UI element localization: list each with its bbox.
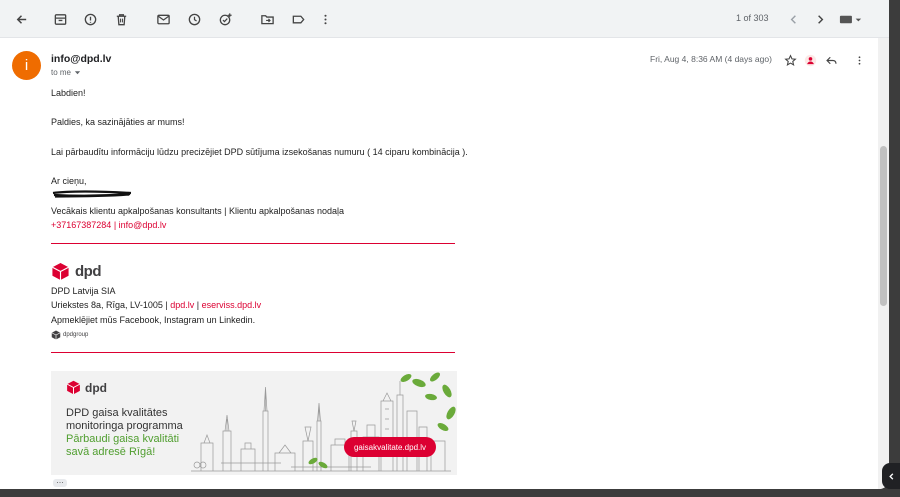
email-link[interactable]: info@dpd.lv bbox=[119, 220, 167, 230]
more-vert-icon bbox=[858, 55, 860, 65]
thanks-text: Paldies, ka sazinājāties ar mums! bbox=[51, 117, 185, 127]
clock-icon bbox=[188, 13, 200, 25]
chevron-left-icon bbox=[888, 472, 893, 480]
newer-button[interactable] bbox=[783, 9, 803, 29]
role-text: Vecākais klientu apkalpošanas konsultant… bbox=[51, 206, 345, 216]
move-to-button[interactable] bbox=[257, 9, 277, 29]
reply-button[interactable] bbox=[822, 51, 840, 69]
side-panel-toggle-button[interactable] bbox=[882, 463, 900, 489]
labels-button[interactable] bbox=[288, 9, 308, 29]
chevron-right-icon bbox=[817, 14, 823, 24]
keyboard-icon bbox=[839, 15, 862, 23]
pager-count: 1 of 303 bbox=[736, 13, 769, 23]
site-separator: | bbox=[194, 300, 202, 310]
eserviss-link[interactable]: eserviss.dpd.lv bbox=[202, 300, 262, 310]
email-view: 1 of 303 i info@dpd.lv to me Fri, Aug 4,… bbox=[0, 0, 889, 489]
recipient-label: to me bbox=[51, 68, 72, 77]
sender-contact-button[interactable] bbox=[801, 51, 819, 69]
star-icon bbox=[783, 53, 797, 66]
air-quality-link-button[interactable]: gaisakvalitate.dpd.lv bbox=[344, 437, 436, 457]
delete-button[interactable] bbox=[111, 9, 131, 29]
air-quality-banner[interactable]: dpd DPD gaisa kvalitātes monitoringa pro… bbox=[51, 371, 457, 475]
back-button[interactable] bbox=[11, 9, 31, 29]
address-text: Uriekstes 8a, Rīga, LV-1005 | bbox=[51, 300, 171, 310]
reply-icon bbox=[825, 56, 837, 64]
caret-down-icon bbox=[74, 71, 81, 75]
older-button[interactable] bbox=[810, 9, 830, 29]
closing-text: Ar cieņu, bbox=[51, 176, 87, 186]
task-add-icon bbox=[219, 12, 232, 25]
dpdgroup-cube-icon bbox=[51, 330, 61, 340]
alert-circle-icon bbox=[84, 13, 96, 25]
redacted-name-scribble bbox=[52, 190, 132, 198]
add-to-tasks-button[interactable] bbox=[215, 9, 235, 29]
request-text: Lai pārbaudītu informāciju lūdzu precizē… bbox=[51, 147, 468, 157]
company-name: DPD Latvija SIA bbox=[51, 286, 116, 296]
sender-email[interactable]: info@dpd.lv bbox=[51, 53, 111, 65]
scrollbar[interactable] bbox=[878, 38, 889, 489]
social-text: Apmeklējiet mūs Facebook, Instagram un L… bbox=[51, 315, 256, 325]
contact-line: +37167387284 | info@dpd.lv bbox=[51, 220, 166, 230]
dpdgroup-text: dpdgroup bbox=[63, 332, 89, 338]
riga-skyline-illustration bbox=[191, 372, 456, 472]
recipient-details-toggle[interactable]: to me bbox=[51, 68, 81, 77]
message-date: Fri, Aug 4, 8:36 AM (4 days ago) bbox=[650, 54, 772, 64]
more-actions-button[interactable] bbox=[315, 9, 335, 29]
sender-avatar[interactable]: i bbox=[12, 51, 41, 80]
mail-icon bbox=[156, 14, 170, 24]
show-trimmed-content-button[interactable]: … bbox=[53, 477, 67, 487]
report-spam-button[interactable] bbox=[80, 9, 100, 29]
signature-divider-bottom bbox=[51, 352, 455, 353]
dpd-site-link[interactable]: dpd.lv bbox=[170, 300, 194, 310]
message-toolbar: 1 of 303 bbox=[0, 0, 889, 38]
more-vert-icon bbox=[323, 14, 327, 24]
avatar-initial: i bbox=[24, 57, 29, 74]
archive-button[interactable] bbox=[50, 9, 70, 29]
arrow-left-icon bbox=[16, 14, 26, 24]
dpd-logo-text: dpd bbox=[75, 263, 102, 280]
phone-link[interactable]: +37167387284 bbox=[51, 220, 111, 230]
message-more-button[interactable] bbox=[850, 51, 868, 69]
snooze-button[interactable] bbox=[184, 9, 204, 29]
trash-icon bbox=[116, 13, 126, 25]
dpd-cube-icon bbox=[52, 262, 69, 281]
input-tools-button[interactable] bbox=[838, 9, 864, 29]
folder-move-icon bbox=[260, 14, 274, 24]
star-button[interactable] bbox=[781, 51, 799, 69]
label-icon bbox=[292, 15, 305, 23]
archive-icon bbox=[54, 13, 66, 25]
scrollbar-thumb[interactable] bbox=[880, 146, 887, 306]
dpdgroup-logo: dpdgroup bbox=[51, 330, 88, 340]
signature-divider-top bbox=[51, 243, 455, 244]
address-line: Uriekstes 8a, Rīga, LV-1005 | dpd.lv | e… bbox=[51, 300, 261, 310]
contact-separator: | bbox=[111, 220, 119, 230]
mark-unread-button[interactable] bbox=[153, 9, 173, 29]
chevron-left-icon bbox=[790, 14, 796, 24]
person-icon bbox=[804, 54, 816, 66]
greeting-text: Labdien! bbox=[51, 88, 86, 98]
dpd-logo: dpd bbox=[51, 262, 102, 281]
